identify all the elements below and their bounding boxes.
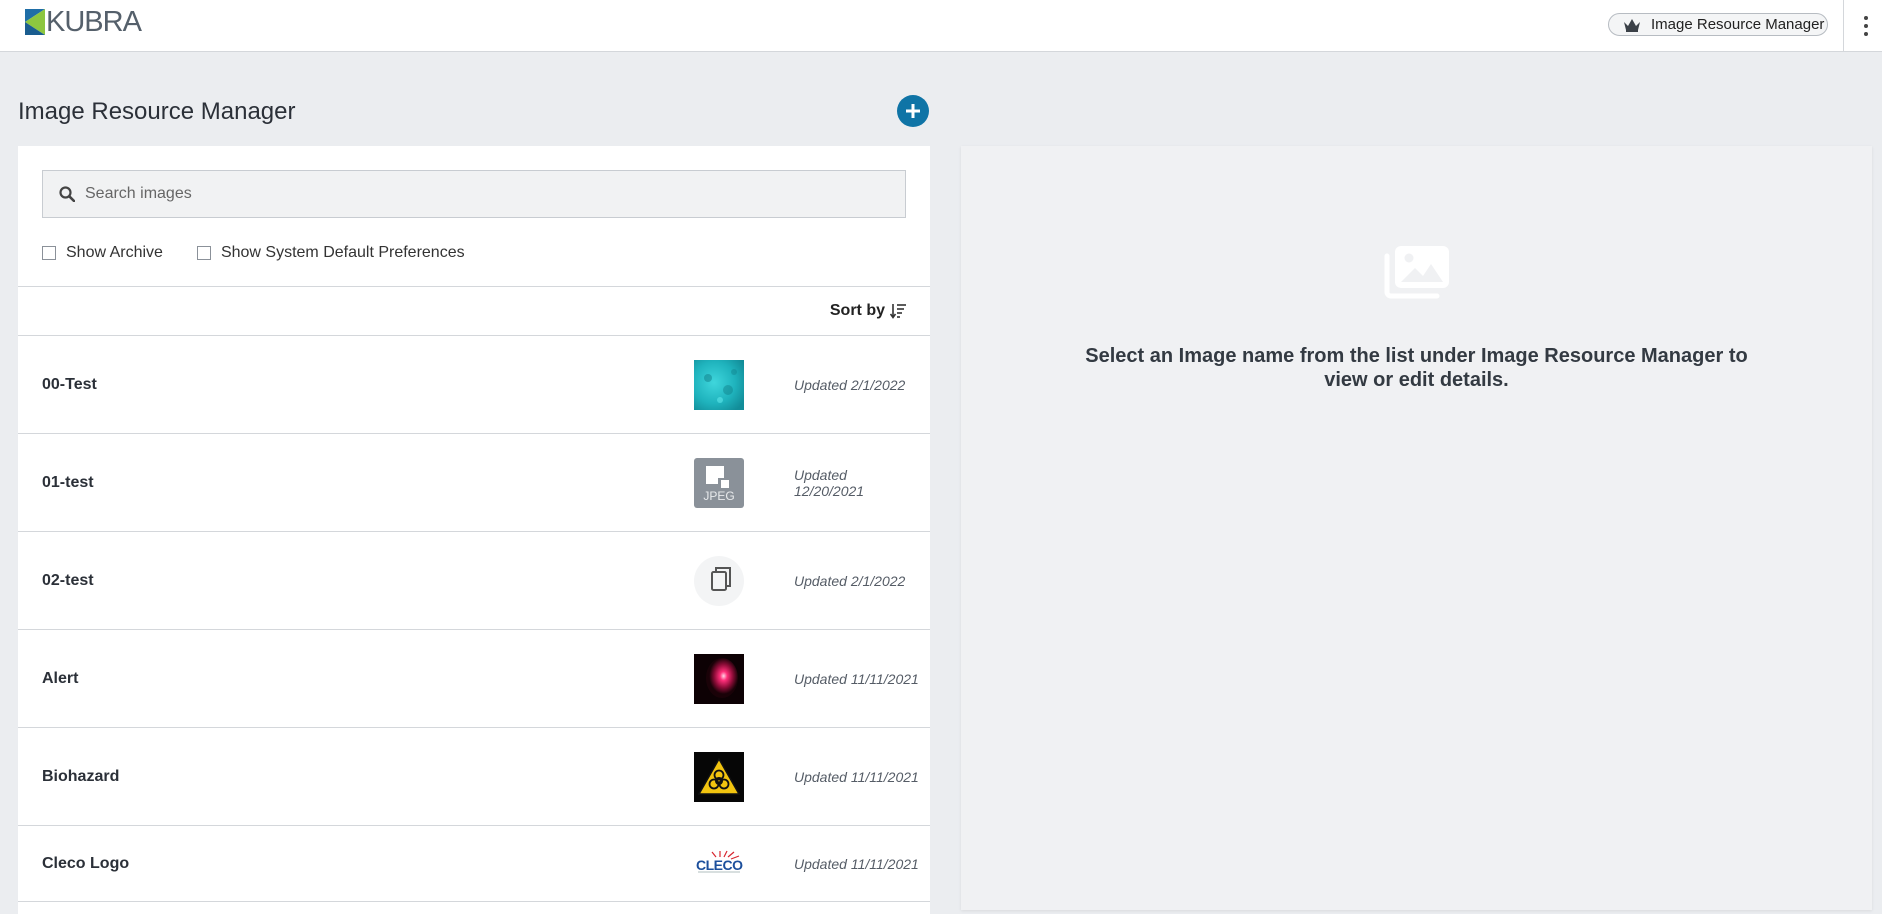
image-detail-panel: Select an Image name from the list under… [961, 146, 1872, 910]
image-list: 00-Test Updated 2/1/2022 01-test JPEG Up… [18, 336, 930, 902]
search-box [42, 170, 906, 218]
updated-date: Updated 11/11/2021 [794, 768, 919, 785]
image-thumbnail [694, 359, 744, 410]
image-name: 01-test [42, 473, 94, 491]
add-image-button[interactable] [897, 95, 929, 127]
image-list-item[interactable]: Cleco Logo CLECO Updated 11/11/2021 [18, 826, 930, 902]
app-switcher-button[interactable]: Image Resource Manager [1608, 13, 1828, 36]
image-name: Cleco Logo [42, 854, 130, 872]
page-title: Image Resource Manager [18, 98, 296, 125]
updated-date: Updated 2/1/2022 [794, 572, 906, 589]
search-icon [59, 186, 75, 202]
more-options-icon[interactable] [1862, 16, 1870, 36]
sort-label: Sort by [829, 302, 885, 319]
copy-icon [694, 555, 744, 606]
kubra-logo[interactable]: KUBRA [25, 6, 142, 38]
image-name: 00-Test [42, 375, 97, 393]
image-list-item[interactable]: 01-test JPEG Updated 12/20/2021 [18, 434, 930, 532]
image-name: 02-test [42, 571, 94, 589]
checkbox-box[interactable] [42, 246, 56, 260]
cleco-logo-text: CLECO [696, 856, 743, 873]
app-switcher-label: Image Resource Manager [1651, 16, 1825, 33]
image-list-item[interactable]: Alert Updated 11/11/2021 [18, 630, 930, 728]
show-archive-label: Show Archive [66, 244, 163, 261]
image-list-item[interactable]: 00-Test Updated 2/1/2022 [18, 336, 930, 434]
empty-state-message: Select an Image name from the list under… [1085, 345, 1748, 391]
biohazard-icon [694, 751, 744, 802]
image-name: Biohazard [42, 767, 120, 785]
image-list-item[interactable]: 02-test Updated 2/1/2022 [18, 532, 930, 630]
checkbox-box[interactable] [196, 246, 211, 260]
top-bar: KUBRA Image Resource Manager [0, 0, 1882, 52]
show-archive-checkbox[interactable]: Show Archive [42, 244, 163, 262]
image-gallery-icon [1384, 246, 1449, 299]
search-input[interactable] [85, 185, 885, 203]
image-thumbnail [694, 653, 744, 704]
updated-date: Updated 11/11/2021 [794, 855, 919, 872]
jpeg-placeholder-icon: JPEG [694, 457, 744, 508]
crown-icon [1624, 18, 1640, 32]
show-system-defaults-checkbox[interactable]: Show System Default Preferences [196, 244, 465, 262]
logo-text: KUBRA [46, 6, 142, 38]
jpeg-label: JPEG [703, 488, 735, 503]
sort-row: Sort by [18, 286, 930, 336]
image-list-item[interactable]: Biohazard Updated 11/11/2021 [18, 728, 930, 826]
filter-checkboxes: Show Archive Show System Default Prefere… [42, 244, 499, 262]
show-system-defaults-label: Show System Default Preferences [220, 244, 465, 261]
sort-button[interactable]: Sort by [830, 302, 906, 320]
updated-date: Updated 12/20/2021 [794, 466, 865, 499]
image-name: Alert [42, 669, 79, 687]
image-list-panel: Show Archive Show System Default Prefere… [18, 146, 930, 914]
updated-date: Updated 2/1/2022 [794, 376, 906, 393]
updated-date: Updated 11/11/2021 [794, 670, 919, 687]
topbar-divider [1843, 0, 1844, 52]
kubra-logo-mark-icon [25, 9, 45, 35]
sort-descending-icon [890, 304, 906, 319]
cleco-logo-thumbnail: CLECO [694, 839, 744, 889]
plus-icon [906, 104, 920, 118]
